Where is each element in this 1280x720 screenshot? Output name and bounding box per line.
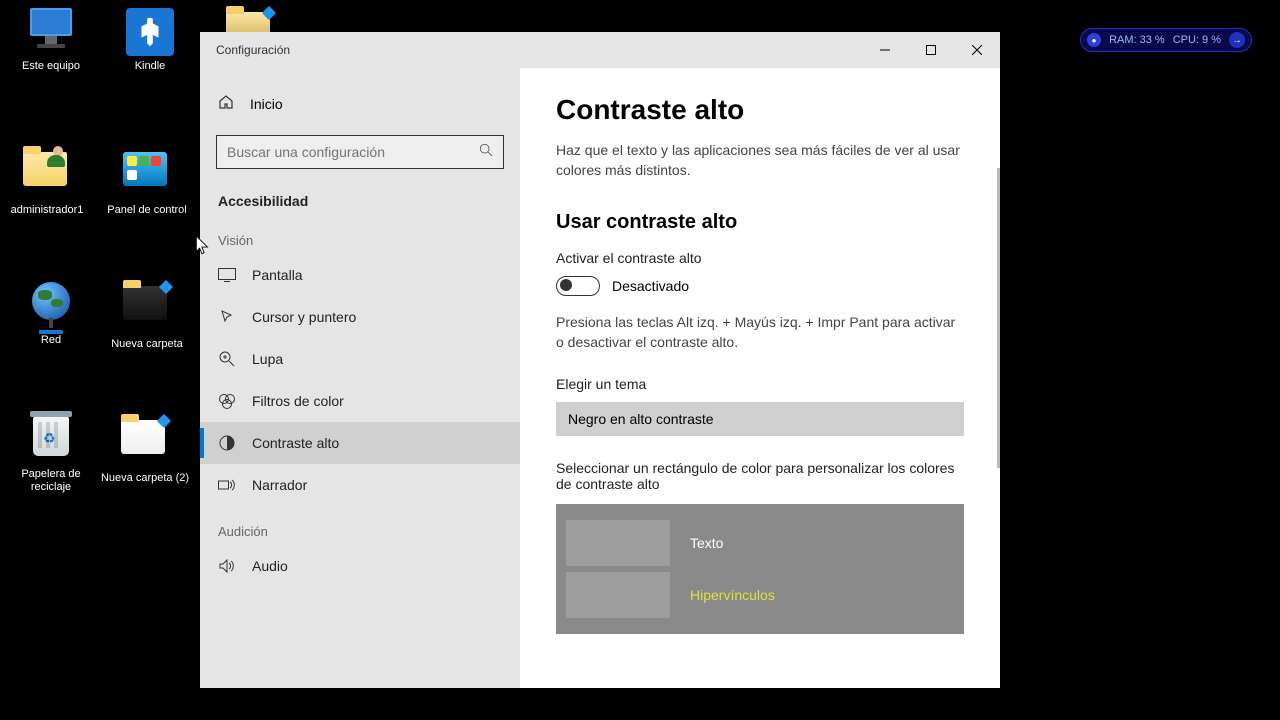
theme-select[interactable]: Negro en alto contraste bbox=[556, 402, 964, 436]
nav-label: Filtros de color bbox=[252, 393, 344, 409]
home-icon bbox=[218, 94, 234, 113]
icon-label: Red bbox=[6, 334, 96, 347]
sidebar: Inicio Accesibilidad Visión Pantalla Cur… bbox=[200, 68, 520, 688]
cursor-icon bbox=[218, 308, 236, 326]
nav-filtros[interactable]: Filtros de color bbox=[200, 380, 520, 422]
mic-icon: ● bbox=[1087, 33, 1101, 47]
pick-color-label: Seleccionar un rectángulo de color para … bbox=[556, 460, 964, 492]
taskbar[interactable] bbox=[0, 690, 1280, 720]
theme-label: Elegir un tema bbox=[556, 376, 964, 392]
desktop-icon-control-panel[interactable]: Panel de control bbox=[102, 144, 192, 217]
nav-label: Audio bbox=[252, 558, 288, 574]
desktop-icon-admin[interactable]: administrador1 bbox=[2, 144, 92, 217]
swatch-hyperlink[interactable] bbox=[566, 572, 670, 618]
desktop-icon-kindle[interactable]: Kindle bbox=[105, 8, 195, 73]
system-monitor-widget[interactable]: ● RAM: 33 % CPU: 9 % → bbox=[1080, 28, 1252, 52]
icon-label: Kindle bbox=[105, 60, 195, 73]
minimize-button[interactable] bbox=[862, 32, 908, 68]
window-title: Configuración bbox=[216, 43, 290, 57]
icon-label: Nueva carpeta bbox=[102, 338, 192, 351]
page-description: Haz que el texto y las aplicaciones sea … bbox=[556, 140, 964, 181]
nav-cursor[interactable]: Cursor y puntero bbox=[200, 296, 520, 338]
nav-label: Cursor y puntero bbox=[252, 309, 356, 325]
icon-label: Este equipo bbox=[6, 60, 96, 73]
desktop-icon-this-pc[interactable]: Este equipo bbox=[6, 8, 96, 73]
home-label: Inicio bbox=[250, 96, 283, 112]
folder-icon bbox=[123, 286, 167, 320]
section-use-contrast: Usar contraste alto bbox=[556, 211, 964, 234]
toggle-label: Activar el contraste alto bbox=[556, 250, 964, 266]
magnifier-icon bbox=[218, 350, 236, 368]
theme-value: Negro en alto contraste bbox=[568, 411, 714, 427]
contrast-icon bbox=[218, 434, 236, 452]
kindle-icon bbox=[126, 8, 174, 56]
nav-pantalla[interactable]: Pantalla bbox=[200, 254, 520, 296]
folder-icon bbox=[23, 152, 67, 186]
narrator-icon bbox=[218, 476, 236, 494]
contrast-toggle[interactable] bbox=[556, 276, 600, 296]
nav-contraste[interactable]: Contraste alto bbox=[200, 422, 520, 464]
nav-label: Narrador bbox=[252, 477, 307, 493]
search-icon bbox=[479, 143, 493, 162]
maximize-button[interactable] bbox=[908, 32, 954, 68]
swatch-label-link: Hipervínculos bbox=[690, 587, 775, 603]
nav-label: Pantalla bbox=[252, 267, 303, 283]
network-icon bbox=[27, 282, 75, 330]
recycle-bin-icon: ♻ bbox=[33, 416, 69, 456]
icon-label: Panel de control bbox=[102, 204, 192, 217]
icon-label: Nueva carpeta (2) bbox=[100, 472, 190, 485]
page-title: Contraste alto bbox=[556, 94, 964, 126]
titlebar[interactable]: Configuración bbox=[200, 32, 1000, 68]
settings-window: Configuración Inicio Accesibilidad Visió… bbox=[200, 32, 1000, 688]
desktop-icon-new-folder-2[interactable]: Nueva carpeta (2) bbox=[100, 412, 190, 485]
pc-icon bbox=[27, 8, 75, 56]
search-input[interactable] bbox=[227, 144, 479, 160]
group-vision: Visión bbox=[200, 215, 520, 254]
cpu-stat: CPU: 9 % bbox=[1173, 34, 1221, 46]
color-filter-icon bbox=[218, 392, 236, 410]
shortcut-hint: Presiona las teclas Alt izq. + Mayús izq… bbox=[556, 312, 964, 353]
nav-lupa[interactable]: Lupa bbox=[200, 338, 520, 380]
group-audicion: Audición bbox=[200, 506, 520, 545]
display-icon bbox=[218, 266, 236, 284]
scrollbar[interactable] bbox=[997, 168, 1000, 468]
color-preview: Texto Hipervínculos bbox=[556, 504, 964, 634]
icon-label: administrador1 bbox=[2, 204, 92, 217]
home-link[interactable]: Inicio bbox=[200, 84, 520, 123]
desktop-icon-recycle-bin[interactable]: ♻ Papelera de reciclaje bbox=[6, 412, 96, 494]
swatch-label-text: Texto bbox=[690, 535, 723, 551]
audio-icon bbox=[218, 557, 236, 575]
control-panel-icon bbox=[123, 152, 167, 186]
swatch-text[interactable] bbox=[566, 520, 670, 566]
nav-audio[interactable]: Audio bbox=[200, 545, 520, 587]
desktop-icon-new-folder[interactable]: Nueva carpeta bbox=[102, 278, 192, 351]
main-content: Contraste alto Haz que el texto y las ap… bbox=[520, 68, 1000, 688]
folder-icon bbox=[121, 420, 165, 454]
ram-stat: RAM: 33 % bbox=[1109, 34, 1165, 46]
category-heading: Accesibilidad bbox=[200, 181, 520, 215]
toggle-state: Desactivado bbox=[612, 278, 689, 294]
nav-label: Lupa bbox=[252, 351, 283, 367]
nav-label: Contraste alto bbox=[252, 435, 339, 451]
desktop-icon-network[interactable]: Red bbox=[6, 278, 96, 347]
close-button[interactable] bbox=[954, 32, 1000, 68]
nav-narrador[interactable]: Narrador bbox=[200, 464, 520, 506]
search-box[interactable] bbox=[216, 135, 504, 169]
icon-label: Papelera de reciclaje bbox=[6, 468, 96, 494]
arrow-icon[interactable]: → bbox=[1229, 32, 1245, 48]
